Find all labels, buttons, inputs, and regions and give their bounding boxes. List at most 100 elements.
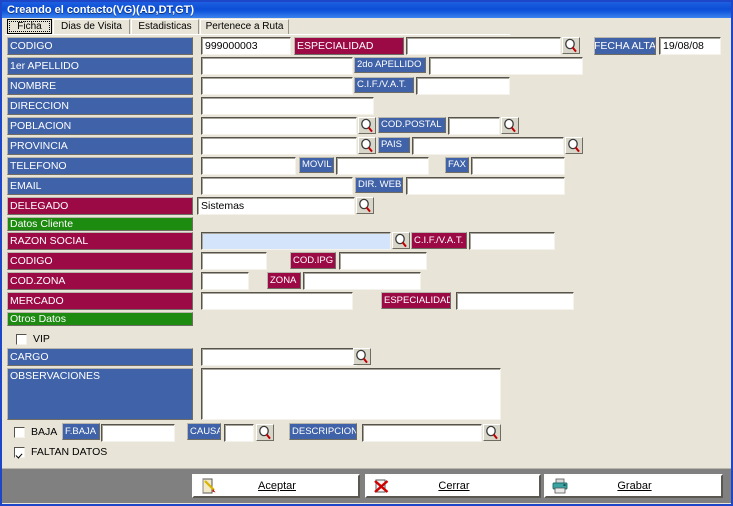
label-text: OBSERVACIONES bbox=[10, 370, 101, 382]
window-titlebar: Creando el contacto(VG)(AD,DT,GT) bbox=[2, 2, 731, 18]
label-primer-apellido: 1er APELLIDO bbox=[7, 57, 193, 75]
label-zona: ZONA bbox=[267, 272, 301, 289]
tab-dias-de-visita[interactable]: Dias de Visita bbox=[53, 19, 130, 34]
input-primer-apellido[interactable] bbox=[201, 57, 353, 75]
label-text: CARGO bbox=[10, 350, 49, 363]
input-zona[interactable] bbox=[303, 272, 421, 290]
input-descripcion[interactable] bbox=[362, 424, 482, 442]
lookup-cod-postal-button[interactable] bbox=[501, 117, 519, 134]
label-text: CAUSA bbox=[190, 425, 221, 437]
label-movil: MOVIL bbox=[299, 157, 334, 173]
label-text: MOVIL bbox=[302, 159, 332, 171]
checkbox-faltan-datos-box[interactable] bbox=[14, 446, 25, 458]
input-poblacion[interactable] bbox=[201, 117, 357, 135]
input-cliente-codigo[interactable] bbox=[201, 252, 267, 270]
lookup-delegado-button[interactable] bbox=[356, 197, 374, 214]
label-especialidad: ESPECIALIDAD bbox=[294, 37, 404, 55]
application-window: Creando el contacto(VG)(AD,DT,GT) Ficha … bbox=[0, 0, 733, 506]
input-delegado[interactable]: Sistemas bbox=[197, 197, 355, 215]
input-fecha-baja[interactable] bbox=[101, 424, 175, 442]
red-x-icon bbox=[367, 478, 395, 495]
label-text: FECHA ALTA bbox=[594, 39, 656, 52]
label-text: DELEGADO bbox=[10, 199, 69, 212]
window-client-area: Ficha Dias de Visita Estadisticas Perten… bbox=[2, 18, 731, 504]
label-provincia: PROVINCIA bbox=[7, 137, 193, 155]
label-text: DIRECCION bbox=[10, 99, 69, 112]
input-segundo-apellido[interactable] bbox=[429, 57, 583, 75]
lookup-cargo-button[interactable] bbox=[353, 348, 371, 365]
label-cliente-cif-vat: C.I.F./V.A.T. bbox=[411, 232, 467, 249]
label-text: C.I.F./V.A.T. bbox=[414, 234, 464, 246]
magnifier-icon bbox=[359, 198, 371, 213]
checkbox-baja[interactable]: BAJA bbox=[14, 426, 57, 438]
input-cif-vat[interactable] bbox=[416, 77, 510, 95]
label-text: MERCADO bbox=[10, 294, 64, 307]
grabar-button[interactable]: Grabar bbox=[544, 474, 723, 498]
input-cod-ipg[interactable] bbox=[339, 252, 427, 270]
magnifier-icon bbox=[259, 425, 271, 440]
tab-label: Ficha bbox=[17, 21, 42, 32]
input-codigo[interactable]: 999000003 bbox=[201, 37, 291, 55]
lookup-pais-button[interactable] bbox=[565, 137, 583, 154]
label-text: POBLACION bbox=[10, 119, 72, 132]
input-email[interactable] bbox=[201, 177, 353, 195]
label-text: DIR. WEB bbox=[358, 179, 402, 191]
input-razon-social[interactable] bbox=[201, 232, 391, 250]
input-movil[interactable] bbox=[336, 157, 429, 175]
input-cargo[interactable] bbox=[201, 348, 357, 366]
label-text: COD.IPG bbox=[293, 254, 334, 266]
input-especialidad-cliente[interactable] bbox=[456, 292, 574, 310]
aceptar-button[interactable]: Aceptar bbox=[192, 474, 360, 498]
checkbox-vip-label: VIP bbox=[33, 333, 50, 345]
tab-estadisticas[interactable]: Estadisticas bbox=[131, 19, 199, 34]
label-text: ZONA bbox=[270, 274, 297, 286]
label-especialidad-cliente: ESPECIALIDAD bbox=[381, 292, 451, 309]
label-text: NOMBRE bbox=[10, 79, 57, 92]
label-cod-ipg: COD.IPG bbox=[290, 252, 336, 269]
magnifier-icon bbox=[568, 138, 580, 153]
checkbox-faltan-datos[interactable]: FALTAN DATOS bbox=[14, 446, 107, 458]
input-provincia[interactable] bbox=[201, 137, 357, 155]
label-mercado: MERCADO bbox=[7, 292, 193, 310]
input-pais[interactable] bbox=[412, 137, 564, 155]
lookup-razon-social-button[interactable] bbox=[392, 232, 410, 249]
input-especialidad[interactable] bbox=[406, 37, 561, 55]
label-observaciones: OBSERVACIONES bbox=[7, 368, 193, 420]
input-nombre[interactable] bbox=[201, 77, 353, 95]
bottom-button-bar: Aceptar Cerrar Grabar bbox=[2, 468, 731, 503]
input-fax[interactable] bbox=[471, 157, 565, 175]
label-text: TELEFONO bbox=[10, 159, 67, 172]
lookup-causa-button[interactable] bbox=[256, 424, 274, 441]
checkbox-vip[interactable]: VIP bbox=[16, 333, 50, 345]
input-direccion[interactable] bbox=[201, 97, 374, 115]
notebook-pencil-icon bbox=[194, 478, 222, 495]
input-causa[interactable] bbox=[224, 424, 254, 442]
input-mercado[interactable] bbox=[201, 292, 353, 310]
magnifier-icon bbox=[565, 38, 577, 53]
label-segundo-apellido: 2do APELLIDO bbox=[354, 57, 426, 73]
tab-label: Pertenece a Ruta bbox=[205, 21, 284, 32]
lookup-poblacion-button[interactable] bbox=[358, 117, 376, 134]
checkbox-vip-box[interactable] bbox=[16, 333, 27, 345]
label-text: Otros Datos bbox=[10, 312, 67, 325]
input-cod-postal[interactable] bbox=[448, 117, 500, 135]
printer-icon bbox=[546, 478, 574, 495]
cerrar-button[interactable]: Cerrar bbox=[365, 474, 541, 498]
textarea-observaciones[interactable] bbox=[201, 368, 501, 420]
tab-pertenece-a-ruta[interactable]: Pertenece a Ruta bbox=[200, 19, 289, 34]
window-title: Creando el contacto(VG)(AD,DT,GT) bbox=[7, 4, 195, 16]
label-text: COD.ZONA bbox=[10, 274, 66, 287]
tab-ficha[interactable]: Ficha bbox=[7, 19, 52, 34]
label-text: CODIGO bbox=[10, 39, 53, 52]
input-telefono[interactable] bbox=[201, 157, 296, 175]
input-cod-zona[interactable] bbox=[201, 272, 249, 290]
lookup-descripcion-button[interactable] bbox=[483, 424, 501, 441]
input-cliente-cif-vat[interactable] bbox=[469, 232, 555, 250]
input-dir-web[interactable] bbox=[406, 177, 565, 195]
label-text: Datos Cliente bbox=[10, 217, 74, 230]
lookup-especialidad-button[interactable] bbox=[562, 37, 580, 54]
label-nombre: NOMBRE bbox=[7, 77, 193, 95]
lookup-provincia-button[interactable] bbox=[358, 137, 376, 154]
checkbox-baja-box[interactable] bbox=[14, 426, 25, 438]
input-fecha-alta[interactable]: 19/08/08 bbox=[659, 37, 721, 55]
